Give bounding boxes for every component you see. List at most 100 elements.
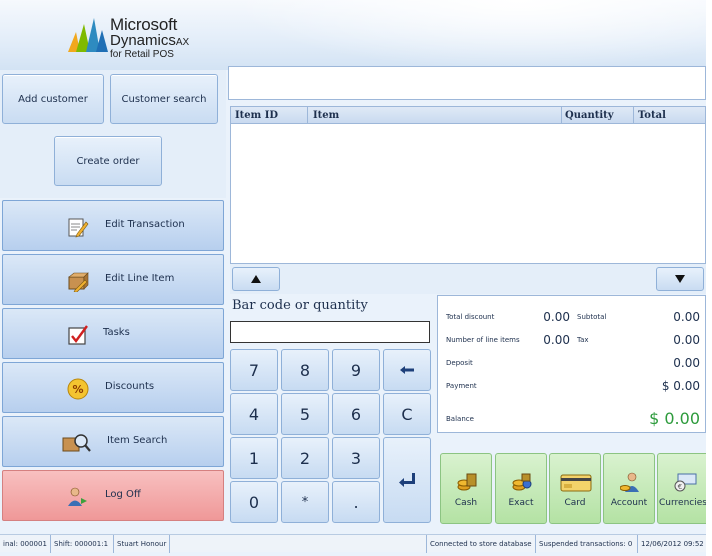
message-display-field — [228, 66, 706, 100]
payment-value: $ 0.00 — [661, 379, 700, 393]
tax-value: 0.00 — [673, 333, 700, 347]
pay-currencies-label: Currencies — [659, 498, 707, 508]
status-suspended: Suspended transactions: 0 — [536, 535, 638, 553]
pay-account-label: Account — [610, 498, 648, 508]
create-order-button[interactable]: Create order — [54, 136, 162, 186]
edit-transaction-label: Edit Transaction — [105, 219, 185, 230]
balance-label: Balance — [446, 415, 474, 423]
subtotal-value: 0.00 — [673, 310, 700, 324]
svg-text:€: € — [678, 483, 682, 491]
key-9[interactable]: 9 — [332, 349, 380, 391]
brand-line3: for Retail POS — [110, 49, 174, 60]
column-item[interactable]: Item — [313, 110, 339, 121]
transaction-grid[interactable]: Item ID Item Quantity Total — [230, 106, 706, 264]
currencies-icon: € — [674, 473, 697, 492]
line-items-label: Number of line items — [446, 336, 520, 344]
pay-currencies-button[interactable]: € Currencies — [657, 453, 709, 524]
key-dot[interactable]: . — [332, 481, 380, 523]
line-items-value: 0.00 — [543, 333, 570, 347]
total-discount-label: Total discount — [446, 313, 495, 321]
totals-panel: Total discount 0.00 Subtotal 0.00 Number… — [437, 295, 706, 433]
enter-key[interactable] — [383, 437, 431, 523]
balance-value: $ 0.00 — [649, 409, 700, 428]
status-bar: inal: 000001 Shift: 000001:1 Stuart Hono… — [0, 534, 712, 553]
pay-exact-button[interactable]: Exact — [495, 453, 547, 524]
dynamics-logo: Microsoft DynamicsAX for Retail POS — [66, 14, 226, 62]
arrow-up-icon — [251, 275, 261, 283]
column-separator — [307, 107, 308, 124]
key-6[interactable]: 6 — [332, 393, 380, 435]
item-search-icon — [62, 434, 91, 452]
deposit-value: 0.00 — [673, 356, 700, 370]
dynamics-bars-icon — [68, 18, 108, 52]
tasks-checkbox-icon — [68, 325, 88, 345]
arrow-down-icon — [675, 275, 685, 283]
key-1[interactable]: 1 — [230, 437, 278, 479]
header-banner: Microsoft DynamicsAX for Retail POS — [0, 0, 712, 70]
tasks-button[interactable]: Tasks — [2, 308, 224, 359]
key-7[interactable]: 7 — [230, 349, 278, 391]
key-star[interactable]: * — [281, 481, 329, 523]
scroll-down-button[interactable] — [656, 267, 704, 291]
edit-line-item-label: Edit Line Item — [105, 273, 175, 284]
pay-cash-label: Cash — [454, 498, 478, 508]
key-0[interactable]: 0 — [230, 481, 278, 523]
brand-line2: DynamicsAX — [110, 32, 190, 49]
add-customer-button[interactable]: Add customer — [2, 74, 104, 124]
tax-label: Tax — [577, 336, 589, 344]
status-datetime: 12/06/2012 09:52 — [641, 540, 704, 548]
pay-exact-label: Exact — [508, 498, 534, 508]
backspace-key[interactable] — [383, 349, 431, 391]
clear-key[interactable]: C — [383, 393, 431, 435]
column-quantity[interactable]: Quantity — [565, 110, 614, 121]
pay-card-button[interactable]: Card — [549, 453, 601, 524]
key-3[interactable]: 3 — [332, 437, 380, 479]
pay-card-label: Card — [564, 498, 586, 508]
edit-line-item-icon — [68, 272, 89, 292]
pay-cash-button[interactable]: Cash — [440, 453, 492, 524]
key-4[interactable]: 4 — [230, 393, 278, 435]
status-connection: Connected to store database — [426, 535, 536, 553]
tasks-label: Tasks — [103, 327, 130, 338]
card-icon — [560, 474, 592, 492]
brand-line2-suffix: AX — [175, 37, 190, 48]
column-item-id[interactable]: Item ID — [235, 110, 278, 121]
deposit-label: Deposit — [446, 359, 473, 367]
column-total[interactable]: Total — [638, 110, 666, 121]
edit-line-item-button[interactable]: Edit Line Item — [2, 254, 224, 305]
header-swoosh — [230, 0, 712, 70]
cash-coins-icon — [457, 473, 477, 491]
column-separator — [633, 107, 634, 124]
key-5[interactable]: 5 — [281, 393, 329, 435]
pay-account-button[interactable]: Account — [603, 453, 655, 524]
edit-transaction-button[interactable]: Edit Transaction — [2, 200, 224, 251]
key-2[interactable]: 2 — [281, 437, 329, 479]
account-icon — [620, 472, 639, 492]
grid-scroll-row — [230, 264, 706, 294]
log-off-button[interactable]: Log Off — [2, 470, 224, 521]
column-separator — [561, 107, 562, 124]
customer-search-button[interactable]: Customer search — [110, 74, 218, 124]
barcode-label: Bar code or quantity — [232, 298, 368, 313]
backspace-arrow-icon — [400, 366, 414, 374]
scroll-up-button[interactable] — [232, 267, 280, 291]
item-search-button[interactable]: Item Search — [2, 416, 224, 467]
enter-arrow-icon — [399, 473, 415, 487]
edit-transaction-icon — [68, 218, 89, 238]
item-search-label: Item Search — [107, 435, 168, 446]
pos-window: Microsoft DynamicsAX for Retail POS Add … — [0, 0, 712, 556]
total-discount-value: 0.00 — [543, 310, 570, 324]
key-8[interactable]: 8 — [281, 349, 329, 391]
window-edge — [706, 0, 712, 556]
exact-coins-icon — [512, 473, 532, 491]
barcode-input[interactable] — [230, 321, 430, 343]
discounts-button[interactable]: % Discounts — [2, 362, 224, 413]
discount-percent-icon: % — [67, 378, 89, 400]
log-off-icon — [68, 487, 87, 506]
payment-label: Payment — [446, 382, 477, 390]
log-off-label: Log Off — [105, 489, 141, 500]
status-operator: Stuart Honour — [114, 535, 170, 553]
status-shift: Shift: 000001:1 — [51, 535, 114, 553]
svg-text:%: % — [72, 383, 83, 396]
status-terminal: inal: 000001 — [0, 535, 51, 553]
